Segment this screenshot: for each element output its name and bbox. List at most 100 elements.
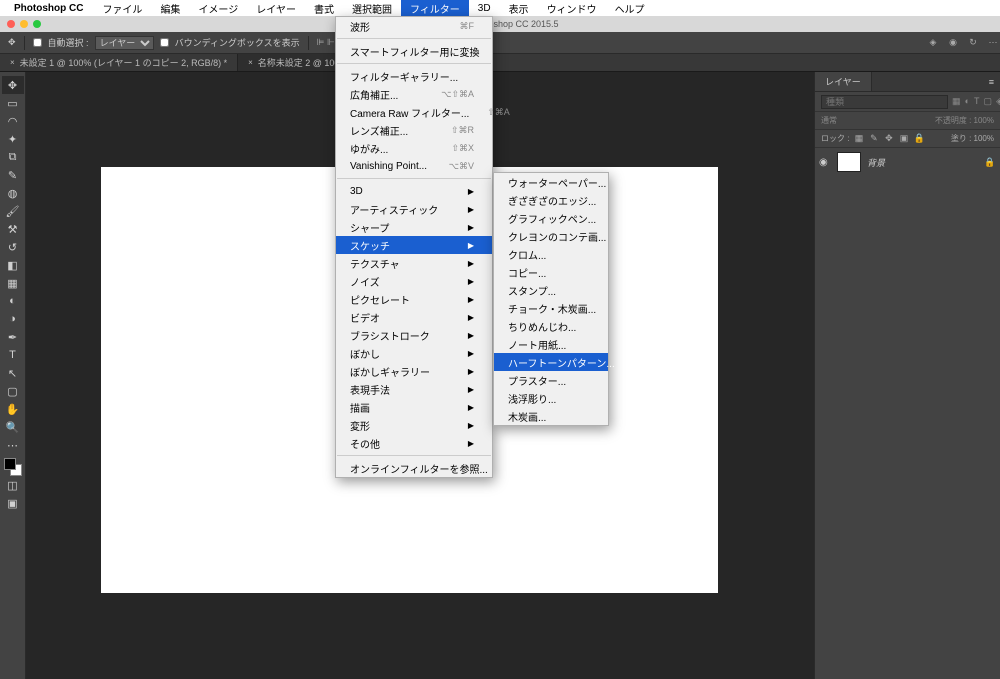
layer-name[interactable]: 背景: [867, 156, 978, 169]
menu-window[interactable]: ウィンドウ: [538, 0, 606, 17]
heal-tool[interactable]: ◍: [2, 184, 24, 202]
type-tool[interactable]: T: [2, 346, 24, 364]
3d-icon[interactable]: ◉: [946, 36, 960, 50]
menu-item[interactable]: レンズ補正...⇧⌘R: [336, 121, 492, 139]
lock-all-icon[interactable]: 🔒: [913, 133, 924, 144]
layer-row[interactable]: ◉ 背景 🔒: [815, 148, 1000, 176]
zoom-tool[interactable]: 🔍: [2, 418, 24, 436]
brush-tool[interactable]: 🖌: [2, 202, 24, 220]
crop-tool[interactable]: ⧉: [2, 148, 24, 166]
marquee-tool[interactable]: ▭: [2, 94, 24, 112]
shape-tool[interactable]: ▢: [2, 382, 24, 400]
color-swatches[interactable]: [4, 458, 22, 476]
menu-item[interactable]: クロム...: [494, 245, 608, 263]
quickmask-tool[interactable]: ◫: [2, 476, 24, 494]
menu-edit[interactable]: 編集: [151, 0, 189, 17]
tab-close-icon[interactable]: ×: [248, 58, 253, 67]
menu-item[interactable]: コピー...: [494, 263, 608, 281]
stamp-tool[interactable]: ⚒: [2, 220, 24, 238]
menu-filter[interactable]: フィルター: [401, 0, 469, 17]
menu-image[interactable]: イメージ: [189, 0, 247, 17]
menu-item[interactable]: チョーク・木炭画...: [494, 299, 608, 317]
menu-item-last-filter[interactable]: 波形⌘F: [336, 17, 492, 35]
blur-tool[interactable]: ◐: [2, 292, 24, 310]
lock-position-icon[interactable]: ✎: [868, 133, 879, 144]
pen-tool[interactable]: ✒: [2, 328, 24, 346]
menu-item[interactable]: Camera Raw フィルター...⇧⌘A: [336, 103, 492, 121]
layer-filter-input[interactable]: [821, 95, 948, 109]
wand-tool[interactable]: ✦: [2, 130, 24, 148]
hand-tool[interactable]: ✋: [2, 400, 24, 418]
menu-3d[interactable]: 3D: [469, 2, 500, 15]
menu-view[interactable]: 表示: [500, 0, 538, 17]
menu-item-submenu[interactable]: スケッチ▶: [336, 236, 492, 254]
menu-item[interactable]: ウォーターペーパー...: [494, 173, 608, 191]
eyedropper-tool[interactable]: ✎: [2, 166, 24, 184]
app-name[interactable]: Photoshop CC: [14, 3, 83, 14]
menu-item[interactable]: 浅浮彫り...: [494, 389, 608, 407]
menu-file[interactable]: ファイル: [93, 0, 151, 17]
dodge-tool[interactable]: ◑: [2, 310, 24, 328]
filter-type-icon[interactable]: T: [974, 96, 980, 108]
menu-item[interactable]: ちりめんじわ...: [494, 317, 608, 335]
screenmode-tool[interactable]: ▣: [2, 494, 24, 512]
menu-item-submenu[interactable]: ぼかし▶: [336, 344, 492, 362]
menu-item-submenu[interactable]: ノイズ▶: [336, 272, 492, 290]
close-icon[interactable]: [7, 20, 15, 28]
menu-layer[interactable]: レイヤー: [247, 0, 305, 17]
menu-item-submenu[interactable]: 3D▶: [336, 182, 492, 200]
menu-item[interactable]: ノート用紙...: [494, 335, 608, 353]
minimize-icon[interactable]: [20, 20, 28, 28]
bbox-checkbox[interactable]: [160, 38, 169, 47]
layers-tab[interactable]: レイヤー: [815, 72, 872, 91]
menu-item-submenu[interactable]: ブラシストローク▶: [336, 326, 492, 344]
extras-icon[interactable]: ◈: [926, 36, 940, 50]
menu-item[interactable]: ハーフトーンパターン...: [494, 353, 608, 371]
lock-move-icon[interactable]: ✥: [883, 133, 894, 144]
tab-close-icon[interactable]: ×: [10, 58, 15, 67]
history-brush-tool[interactable]: ↺: [2, 238, 24, 256]
menu-type[interactable]: 書式: [305, 0, 343, 17]
menu-item[interactable]: グラフィックペン...: [494, 209, 608, 227]
menu-item-submenu[interactable]: アーティスティック▶: [336, 200, 492, 218]
menu-item[interactable]: プラスター...: [494, 371, 608, 389]
menu-item-submenu[interactable]: 変形▶: [336, 416, 492, 434]
menu-item[interactable]: 木炭画...: [494, 407, 608, 425]
maximize-icon[interactable]: [33, 20, 41, 28]
menu-item[interactable]: スタンプ...: [494, 281, 608, 299]
edit-toolbar[interactable]: ⋯: [2, 436, 24, 454]
document-tab[interactable]: ×未設定 1 @ 100% (レイヤー 1 のコピー 2, RGB/8) *: [0, 54, 238, 71]
menu-item[interactable]: 広角補正...⌥⇧⌘A: [336, 85, 492, 103]
more-icon[interactable]: ⋯: [986, 36, 1000, 50]
filter-shape-icon[interactable]: ▢: [983, 96, 992, 108]
auto-select-mode[interactable]: レイヤー: [95, 36, 154, 50]
menu-item[interactable]: ぎざぎざのエッジ...: [494, 191, 608, 209]
menu-select[interactable]: 選択範囲: [343, 0, 401, 17]
menu-item-submenu[interactable]: ぼかしギャラリー▶: [336, 362, 492, 380]
eraser-tool[interactable]: ◧: [2, 256, 24, 274]
auto-select-checkbox[interactable]: [33, 38, 42, 47]
menu-item[interactable]: ゆがみ...⇧⌘X: [336, 139, 492, 157]
menu-item-submenu[interactable]: ビデオ▶: [336, 308, 492, 326]
menu-item-filter-gallery[interactable]: フィルターギャラリー...: [336, 67, 492, 85]
menu-item-online-filters[interactable]: オンラインフィルターを参照...: [336, 459, 492, 477]
menu-help[interactable]: ヘルプ: [606, 0, 654, 17]
gradient-tool[interactable]: ▦: [2, 274, 24, 292]
layer-thumbnail[interactable]: [837, 152, 861, 172]
visibility-icon[interactable]: ◉: [819, 157, 831, 168]
menu-item-submenu[interactable]: その他▶: [336, 434, 492, 452]
path-tool[interactable]: ↖: [2, 364, 24, 382]
lasso-tool[interactable]: ◠: [2, 112, 24, 130]
panel-menu-icon[interactable]: ≡: [983, 77, 1000, 87]
blend-mode[interactable]: 通常: [821, 115, 837, 126]
filter-adjust-icon[interactable]: ◐: [965, 96, 970, 108]
menu-item-submenu[interactable]: ピクセレート▶: [336, 290, 492, 308]
menu-item-smart-filter[interactable]: スマートフィルター用に変換: [336, 42, 492, 60]
filter-smart-icon[interactable]: ◈: [996, 96, 1000, 108]
menu-item-submenu[interactable]: シャープ▶: [336, 218, 492, 236]
menu-item-submenu[interactable]: 描画▶: [336, 398, 492, 416]
menu-item-submenu[interactable]: 表現手法▶: [336, 380, 492, 398]
move-tool[interactable]: ✥: [2, 76, 24, 94]
menu-item[interactable]: クレヨンのコンテ画...: [494, 227, 608, 245]
filter-pixel-icon[interactable]: ▦: [952, 96, 961, 108]
